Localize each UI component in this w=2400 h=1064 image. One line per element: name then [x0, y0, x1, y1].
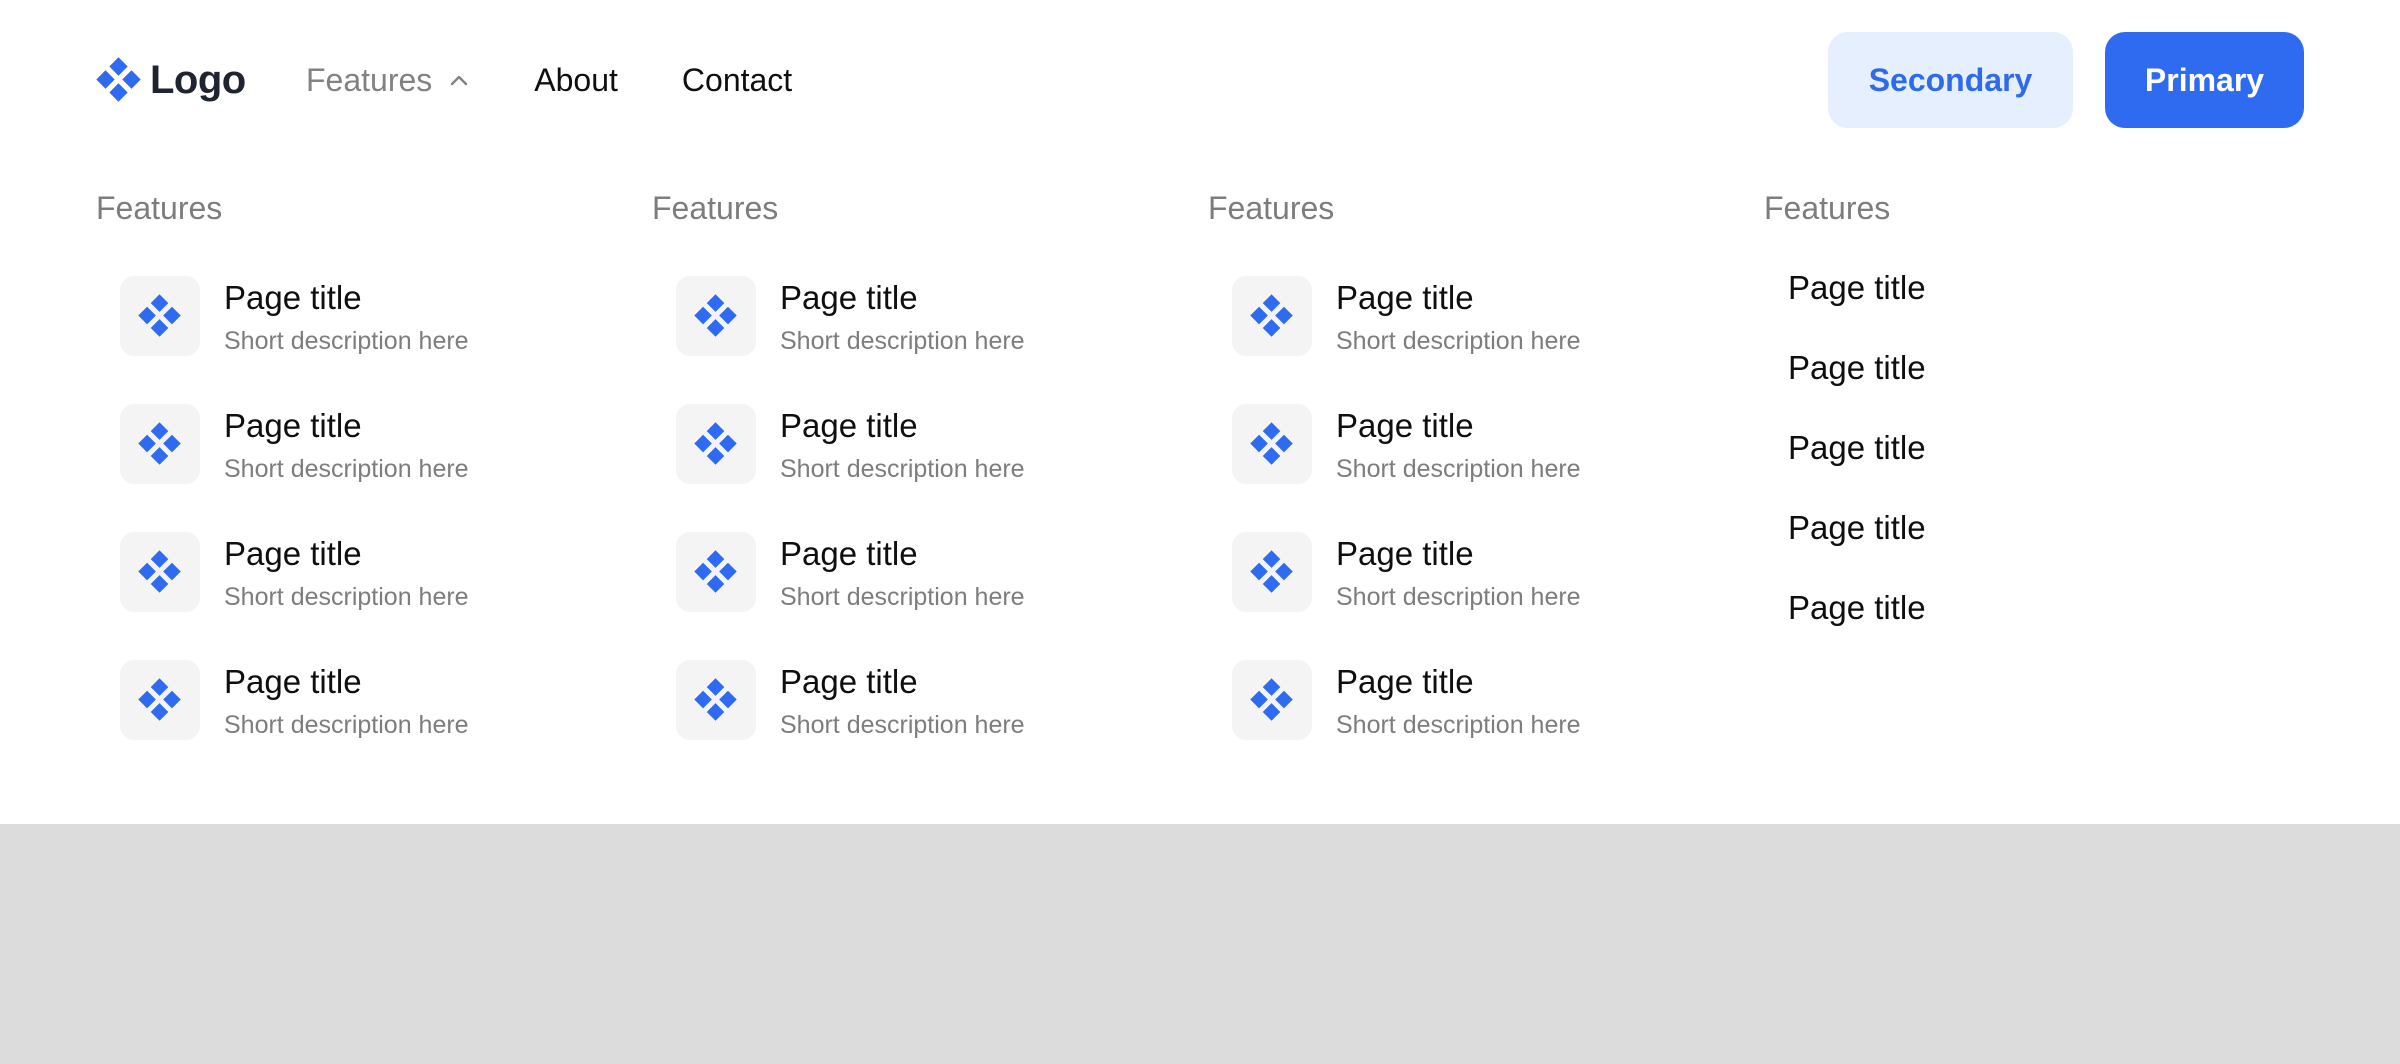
item-icon-tile — [1232, 532, 1312, 612]
menu-column-4: Features Page title Page title Page titl… — [1764, 186, 2284, 626]
item-description: Short description here — [224, 455, 469, 483]
item-icon-tile — [676, 532, 756, 612]
menu-column-3: Features Page title Short description her… — [1208, 186, 1728, 740]
menu-item[interactable]: Page title Short description here — [120, 532, 469, 614]
item-description: Short description here — [224, 327, 469, 355]
menu-link[interactable]: Page title — [1788, 508, 1926, 548]
item-title: Page title — [780, 407, 918, 444]
item-icon-tile — [120, 276, 200, 356]
diamond-cluster-icon — [138, 294, 181, 337]
item-description: Short description here — [1336, 455, 1581, 483]
item-title: Page title — [224, 663, 362, 700]
menu-link[interactable]: Page title — [1788, 348, 1926, 388]
item-icon-tile — [120, 660, 200, 740]
menu-item[interactable]: Page title Short description here — [676, 660, 1025, 742]
item-description: Short description here — [224, 711, 469, 739]
item-icon-tile — [1232, 404, 1312, 484]
item-title: Page title — [224, 535, 362, 572]
menu-item[interactable]: Page title Short description here — [1232, 660, 1581, 742]
header-panel: Logo Features About Contact Secondary Pr… — [0, 0, 2400, 824]
item-icon-tile — [120, 532, 200, 612]
item-title: Page title — [1336, 279, 1474, 316]
menu-link[interactable]: Page title — [1788, 588, 1926, 628]
item-icon-tile — [120, 404, 200, 484]
item-title: Page title — [224, 407, 362, 444]
chevron-up-icon — [451, 75, 468, 86]
item-description: Short description here — [780, 583, 1025, 611]
item-description: Short description here — [780, 455, 1025, 483]
menu-column-2: Features Page title Short description her… — [652, 186, 1172, 740]
item-title: Page title — [1336, 663, 1474, 700]
item-description: Short description here — [780, 327, 1025, 355]
primary-button[interactable]: Primary — [2105, 32, 2304, 128]
diamond-cluster-icon — [694, 422, 737, 465]
item-title: Page title — [1336, 407, 1474, 444]
diamond-cluster-icon — [138, 550, 181, 593]
column-heading: Features — [96, 190, 223, 226]
page: Logo Features About Contact Secondary Pr… — [0, 0, 2400, 1064]
column-heading: Features — [1208, 190, 1335, 226]
menu-item[interactable]: Page title Short description here — [676, 404, 1025, 486]
item-title: Page title — [224, 279, 362, 316]
menu-item[interactable]: Page title Short description here — [1232, 276, 1581, 358]
item-icon-tile — [676, 404, 756, 484]
menu-item[interactable]: Page title Short description here — [120, 404, 469, 486]
menu-item[interactable]: Page title Short description here — [1232, 404, 1581, 486]
menu-column-1: Features Page title Short description her… — [96, 186, 616, 740]
menu-item[interactable]: Page title Short description here — [120, 276, 469, 358]
item-icon-tile — [1232, 276, 1312, 356]
item-icon-tile — [1232, 660, 1312, 740]
item-description: Short description here — [224, 583, 469, 611]
diamond-cluster-icon — [694, 294, 737, 337]
diamond-cluster-icon — [1250, 550, 1293, 593]
item-title: Page title — [780, 535, 918, 572]
item-description: Short description here — [1336, 583, 1581, 611]
menu-item[interactable]: Page title Short description here — [1232, 532, 1581, 614]
nav-links: Features About Contact — [306, 56, 856, 104]
nav-link-contact[interactable]: Contact — [682, 62, 792, 99]
nav-link-about[interactable]: About — [534, 62, 618, 99]
diamond-cluster-icon — [138, 422, 181, 465]
diamond-cluster-icon — [96, 57, 141, 102]
menu-item[interactable]: Page title Short description here — [676, 532, 1025, 614]
column-heading: Features — [1764, 190, 1891, 226]
nav-link-features[interactable]: Features — [306, 62, 470, 99]
secondary-button[interactable]: Secondary — [1828, 32, 2073, 128]
item-description: Short description here — [1336, 327, 1581, 355]
item-description: Short description here — [780, 711, 1025, 739]
item-icon-tile — [676, 276, 756, 356]
item-title: Page title — [1336, 535, 1474, 572]
logo[interactable]: Logo — [96, 56, 246, 104]
item-description: Short description here — [1336, 711, 1581, 739]
item-title: Page title — [780, 279, 918, 316]
item-icon-tile — [676, 660, 756, 740]
logo-text: Logo — [150, 57, 246, 102]
diamond-cluster-icon — [1250, 422, 1293, 465]
diamond-cluster-icon — [138, 678, 181, 721]
item-title: Page title — [780, 663, 918, 700]
nav-link-features-label: Features — [306, 61, 433, 98]
diamond-cluster-icon — [1250, 294, 1293, 337]
menu-link[interactable]: Page title — [1788, 268, 1926, 308]
menu-item[interactable]: Page title Short description here — [120, 660, 469, 742]
menu-link[interactable]: Page title — [1788, 428, 1926, 468]
diamond-cluster-icon — [1250, 678, 1293, 721]
column-heading: Features — [652, 190, 779, 226]
menu-item[interactable]: Page title Short description here — [676, 276, 1025, 358]
diamond-cluster-icon — [694, 550, 737, 593]
diamond-cluster-icon — [694, 678, 737, 721]
navbar: Logo Features About Contact Secondary Pr… — [0, 0, 2400, 160]
